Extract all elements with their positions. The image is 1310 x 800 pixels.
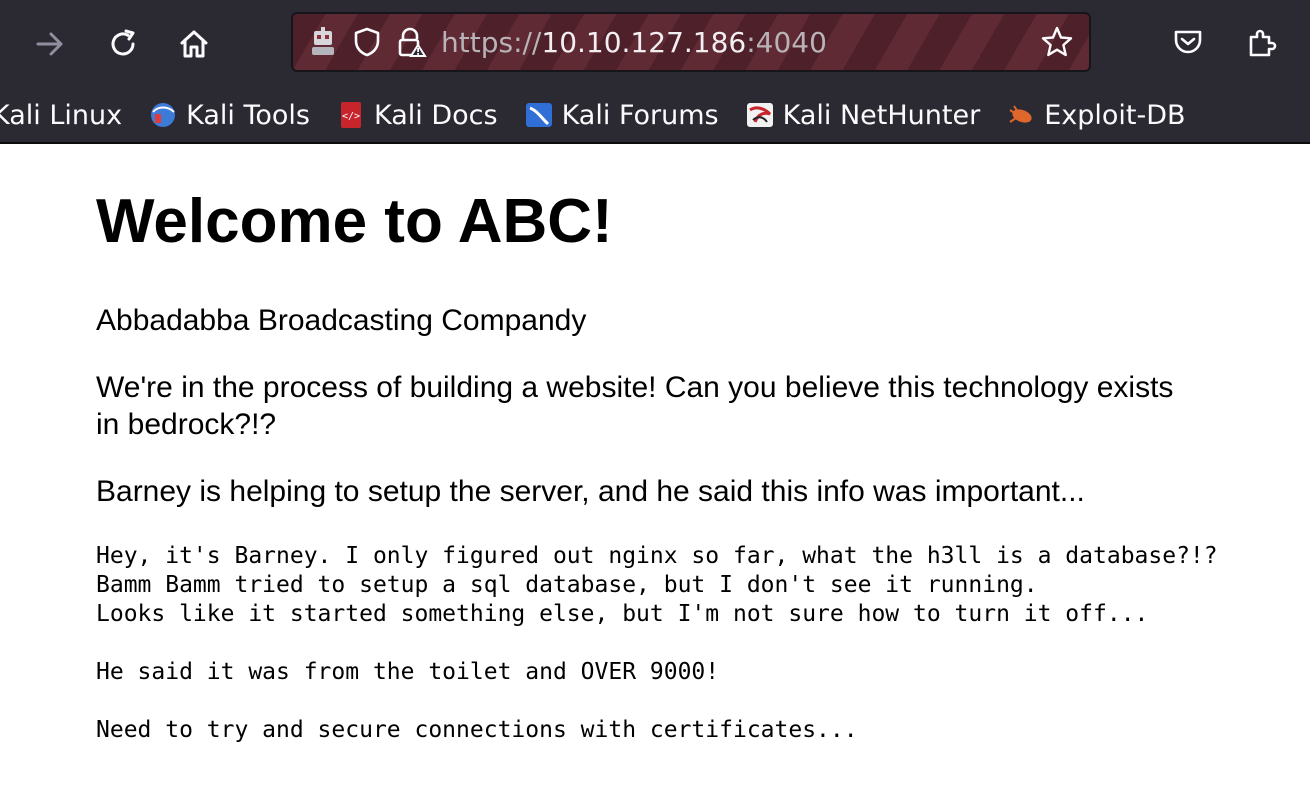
- url-scheme: https://: [441, 25, 542, 59]
- bookmark-kali-linux[interactable]: Kali Linux: [0, 100, 122, 131]
- bookmark-label: Exploit-DB: [1044, 99, 1186, 131]
- bookmark-kali-nethunter[interactable]: Kali NetHunter: [745, 99, 981, 131]
- bookmark-label: Kali Docs: [373, 99, 498, 131]
- bookmark-label: Kali NetHunter: [782, 99, 981, 131]
- pocket-button[interactable]: [1166, 20, 1210, 64]
- page-content: Welcome to ABC! Abbadabba Broadcasting C…: [96, 186, 1296, 745]
- kali-nethunter-icon: [745, 100, 775, 130]
- bookmark-label: Kali Linux: [0, 99, 123, 131]
- company-name: Abbadabba Broadcasting Compandy: [96, 304, 587, 337]
- bookmark-label: Kali Forums: [561, 99, 719, 131]
- exploit-db-icon: [1006, 100, 1036, 130]
- browser-toolbar: https://10.10.127.186:4040: [0, 0, 1310, 88]
- bookmarks-bar: Kali Linux Kali Tools </> Kali Docs Kali…: [0, 88, 1310, 144]
- home-button[interactable]: [172, 22, 216, 66]
- forward-button[interactable]: [28, 22, 72, 66]
- note-line: Need to try and secure connections with …: [96, 717, 858, 743]
- reload-button[interactable]: [101, 22, 145, 66]
- extensions-button[interactable]: [1240, 20, 1284, 64]
- kali-forums-icon: [524, 100, 554, 130]
- pocket-icon: [1174, 30, 1202, 54]
- url-text[interactable]: https://10.10.127.186:4040: [441, 26, 827, 59]
- url-bar[interactable]: https://10.10.127.186:4040: [291, 12, 1091, 72]
- insecure-lock-icon[interactable]: [389, 20, 433, 64]
- kali-tools-icon: [148, 100, 178, 130]
- svg-text:</>: </>: [342, 111, 360, 122]
- note-line: Hey, it's Barney. I only figured out ngi…: [96, 543, 1218, 569]
- bookmark-label: Kali Tools: [186, 99, 310, 131]
- bookmark-exploit-db[interactable]: Exploit-DB: [1006, 99, 1186, 131]
- kali-docs-icon: </>: [336, 100, 366, 130]
- arrow-right-icon: [36, 32, 63, 56]
- puzzle-icon: [1249, 29, 1277, 57]
- star-icon: [1041, 26, 1073, 57]
- shield-icon[interactable]: [345, 20, 389, 64]
- url-port: :4040: [746, 25, 827, 59]
- url-host: 10.10.127.186: [541, 25, 747, 59]
- note-line: He said it was from the toilet and OVER …: [96, 659, 720, 685]
- barney-note: Hey, it's Barney. I only figured out ngi…: [96, 542, 1296, 745]
- bookmark-star-button[interactable]: [1035, 20, 1079, 64]
- page-title: Welcome to ABC!: [96, 187, 613, 256]
- intro-paragraph: We're in the process of building a websi…: [96, 371, 1174, 441]
- note-line: Looks like it started something else, bu…: [96, 601, 1149, 627]
- note-line: Bamm Bamm tried to setup a sql database,…: [96, 572, 1038, 598]
- robot-icon[interactable]: [301, 20, 345, 64]
- home-icon: [180, 30, 208, 58]
- reload-icon: [111, 29, 135, 56]
- bookmark-kali-forums[interactable]: Kali Forums: [524, 100, 719, 131]
- barney-paragraph: Barney is helping to setup the server, a…: [96, 475, 1085, 508]
- bookmark-kali-tools[interactable]: Kali Tools: [148, 100, 310, 131]
- bookmark-kali-docs[interactable]: </> Kali Docs: [336, 100, 498, 131]
